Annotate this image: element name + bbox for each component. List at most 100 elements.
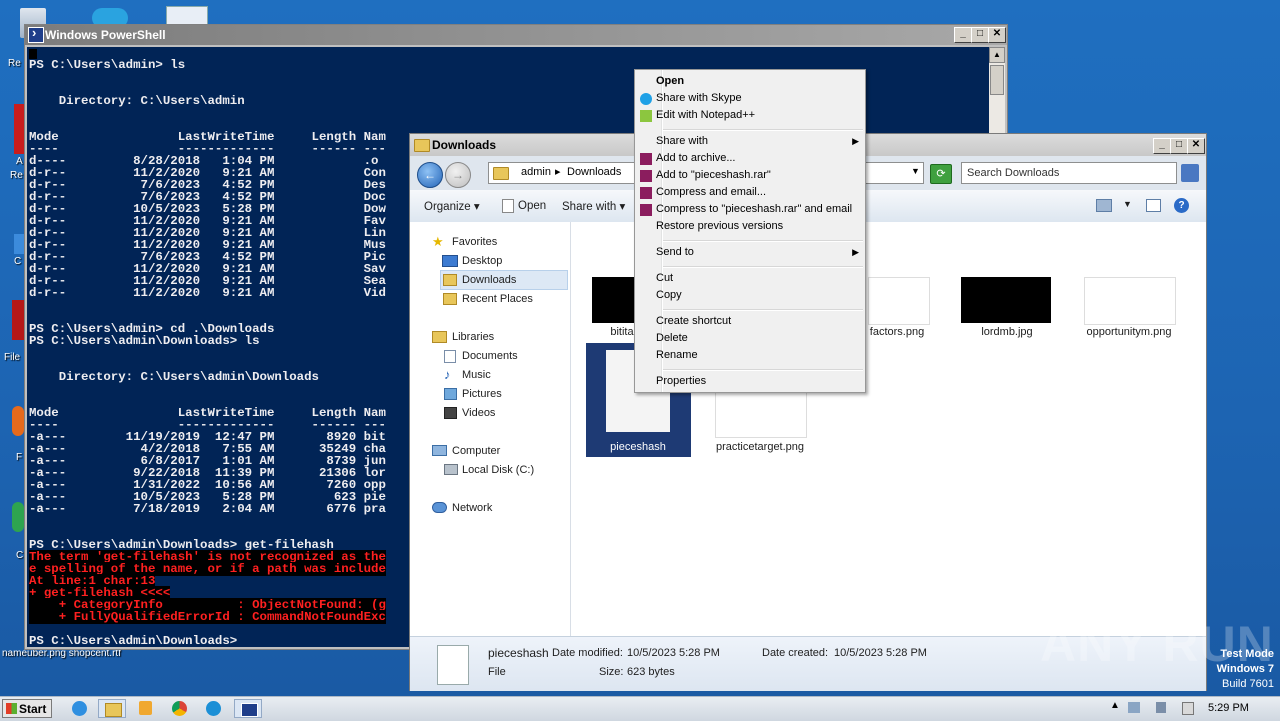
nav-computer[interactable]: Computer xyxy=(452,445,500,457)
menu-item-restore-previous-versions[interactable]: Restore previous versions xyxy=(656,220,783,232)
powershell-icon xyxy=(28,25,44,43)
ie-taskbar-icon[interactable] xyxy=(66,699,94,718)
file-thumbnail-lordmb[interactable] xyxy=(961,277,1051,323)
folder-icon xyxy=(414,139,430,152)
acrobat-desktop-icon[interactable] xyxy=(14,104,24,154)
powershell-title: Windows PowerShell xyxy=(45,28,166,42)
file-thumbnail-practicetarget[interactable] xyxy=(715,392,807,438)
details-size-value: 623 bytes xyxy=(627,666,675,678)
documents-icon xyxy=(444,350,456,363)
menu-item-add-to-archive[interactable]: Add to archive... xyxy=(656,152,736,164)
minimize-button[interactable]: _ xyxy=(954,27,972,43)
menu-item-compress-and-email[interactable]: Compress and email... xyxy=(656,186,766,198)
nav-music[interactable]: Music xyxy=(462,369,491,381)
start-button[interactable]: Start xyxy=(2,699,52,718)
libraries-icon xyxy=(432,331,447,343)
console-text: PS C:\Users\admin> ls Directory: C:\User… xyxy=(29,58,386,647)
tray-volume-icon[interactable] xyxy=(1156,702,1166,713)
search-icon[interactable] xyxy=(1181,164,1199,182)
open-label: Open xyxy=(518,200,547,213)
menu-item-create-shortcut[interactable]: Create shortcut xyxy=(656,315,731,327)
explorer-close-button[interactable]: ✕ xyxy=(1187,138,1205,154)
organize-button[interactable]: Organize ▾ xyxy=(424,199,480,213)
desktop-label-5: File xyxy=(4,352,21,363)
rar-icon xyxy=(640,187,652,199)
details-modified-value: 10/5/2023 5:28 PM xyxy=(627,647,720,659)
tray-expand-icon[interactable]: ▲ xyxy=(1110,700,1120,711)
firefox-desktop-icon[interactable] xyxy=(12,406,24,436)
menu-item-rename[interactable]: Rename xyxy=(656,349,698,361)
menu-item-add-to-pieceshash-rar[interactable]: Add to "pieceshash.rar" xyxy=(656,169,771,181)
desktop-label-1: Re xyxy=(8,58,21,69)
file-name-pieceshash[interactable]: pieceshash xyxy=(583,441,693,453)
scroll-up-icon[interactable]: ▲ xyxy=(989,47,1005,63)
search-input[interactable]: Search Downloads xyxy=(961,162,1177,184)
edge-taskbar-icon[interactable] xyxy=(200,699,228,718)
document-desktop-icon[interactable] xyxy=(166,6,208,26)
maximize-button[interactable]: □ xyxy=(971,27,989,43)
menu-item-copy[interactable]: Copy xyxy=(656,289,682,301)
windows-logo-icon xyxy=(6,703,17,714)
ccleaner-desktop-icon[interactable] xyxy=(14,234,24,254)
nav-documents[interactable]: Documents xyxy=(462,350,518,362)
explorer-taskbar-icon[interactable] xyxy=(98,699,126,718)
file-thumbnail-factors[interactable] xyxy=(868,277,930,325)
refresh-button[interactable]: ⟳ xyxy=(930,164,952,184)
tray-flag-icon[interactable] xyxy=(1182,702,1194,715)
share-with-button[interactable]: Share with ▾ xyxy=(562,199,625,213)
desktop-label-4: C xyxy=(14,256,22,267)
test-mode-line-1: Test Mode xyxy=(1220,648,1274,660)
menu-item-delete[interactable]: Delete xyxy=(656,332,688,344)
details-type: File xyxy=(488,666,506,678)
back-button[interactable]: ← xyxy=(417,162,443,188)
menu-separator xyxy=(663,266,863,268)
chrome-desktop-icon[interactable] xyxy=(12,502,24,532)
nav-videos[interactable]: Videos xyxy=(462,407,495,419)
forward-button[interactable]: → xyxy=(445,162,471,188)
desktop-label-7: C xyxy=(16,550,24,561)
open-button[interactable]: Open xyxy=(502,199,546,213)
menu-item-open[interactable]: Open xyxy=(656,75,684,87)
breadcrumb-admin[interactable]: admin xyxy=(521,166,551,178)
clock[interactable]: 5:29 PM xyxy=(1208,702,1249,714)
chrome-taskbar-icon[interactable] xyxy=(166,699,194,718)
menu-item-share-with-skype[interactable]: Share with Skype xyxy=(656,92,742,104)
file-name-practicetarget[interactable]: practicetarget.png xyxy=(705,441,815,453)
nav-downloads[interactable]: Downloads xyxy=(462,274,516,286)
menu-item-cut[interactable]: Cut xyxy=(656,272,673,284)
desktop-label-3: Re xyxy=(10,170,23,181)
nav-network[interactable]: Network xyxy=(452,502,492,514)
nav-desktop[interactable]: Desktop xyxy=(462,255,502,267)
menu-separator xyxy=(663,240,863,242)
tray-network-icon[interactable] xyxy=(1128,702,1140,713)
menu-item-compress-to-pieceshash-rar-and-email[interactable]: Compress to "pieceshash.rar" and email xyxy=(656,203,852,215)
breadcrumb-downloads[interactable]: Downloads xyxy=(567,166,621,178)
powershell-titlebar[interactable]: Windows PowerShell _ □ ✕ xyxy=(25,25,1007,45)
preview-pane-icon[interactable] xyxy=(1146,199,1161,212)
explorer-maximize-button[interactable]: □ xyxy=(1170,138,1188,154)
menu-item-edit-with-notepad[interactable]: Edit with Notepad++ xyxy=(656,109,755,121)
nav-local-disk[interactable]: Local Disk (C:) xyxy=(462,464,534,476)
media-player-taskbar-icon[interactable] xyxy=(132,699,160,718)
details-size-label: Size: xyxy=(599,666,624,678)
close-button[interactable]: ✕ xyxy=(988,27,1006,43)
nav-libraries[interactable]: Libraries xyxy=(452,331,494,343)
powershell-taskbar-icon[interactable] xyxy=(234,699,262,718)
address-dropdown-icon[interactable]: ▼ xyxy=(911,166,920,176)
file-thumbnail-opportunitym[interactable] xyxy=(1084,277,1176,325)
explorer-minimize-button[interactable]: _ xyxy=(1153,138,1171,154)
file-name-lordmb[interactable]: lordmb.jpg xyxy=(952,326,1062,338)
menu-item-share-with[interactable]: Share with xyxy=(656,135,708,147)
menu-item-send-to[interactable]: Send to xyxy=(656,246,694,258)
nav-recent-places[interactable]: Recent Places xyxy=(462,293,533,305)
scroll-thumb[interactable] xyxy=(990,65,1004,95)
view-dropdown-icon[interactable]: ▼ xyxy=(1123,199,1132,209)
menu-item-properties[interactable]: Properties xyxy=(656,375,706,387)
nav-pictures[interactable]: Pictures xyxy=(462,388,502,400)
view-options-icon[interactable] xyxy=(1096,199,1112,212)
file-name-opportunitym[interactable]: opportunitym.png xyxy=(1074,326,1184,338)
filezilla-desktop-icon[interactable] xyxy=(12,300,24,340)
context-menu[interactable]: Open Share with Skype Edit with Notepad++ S… xyxy=(634,69,866,393)
help-icon[interactable]: ? xyxy=(1174,198,1189,213)
nav-favorites[interactable]: Favorites xyxy=(452,236,497,248)
